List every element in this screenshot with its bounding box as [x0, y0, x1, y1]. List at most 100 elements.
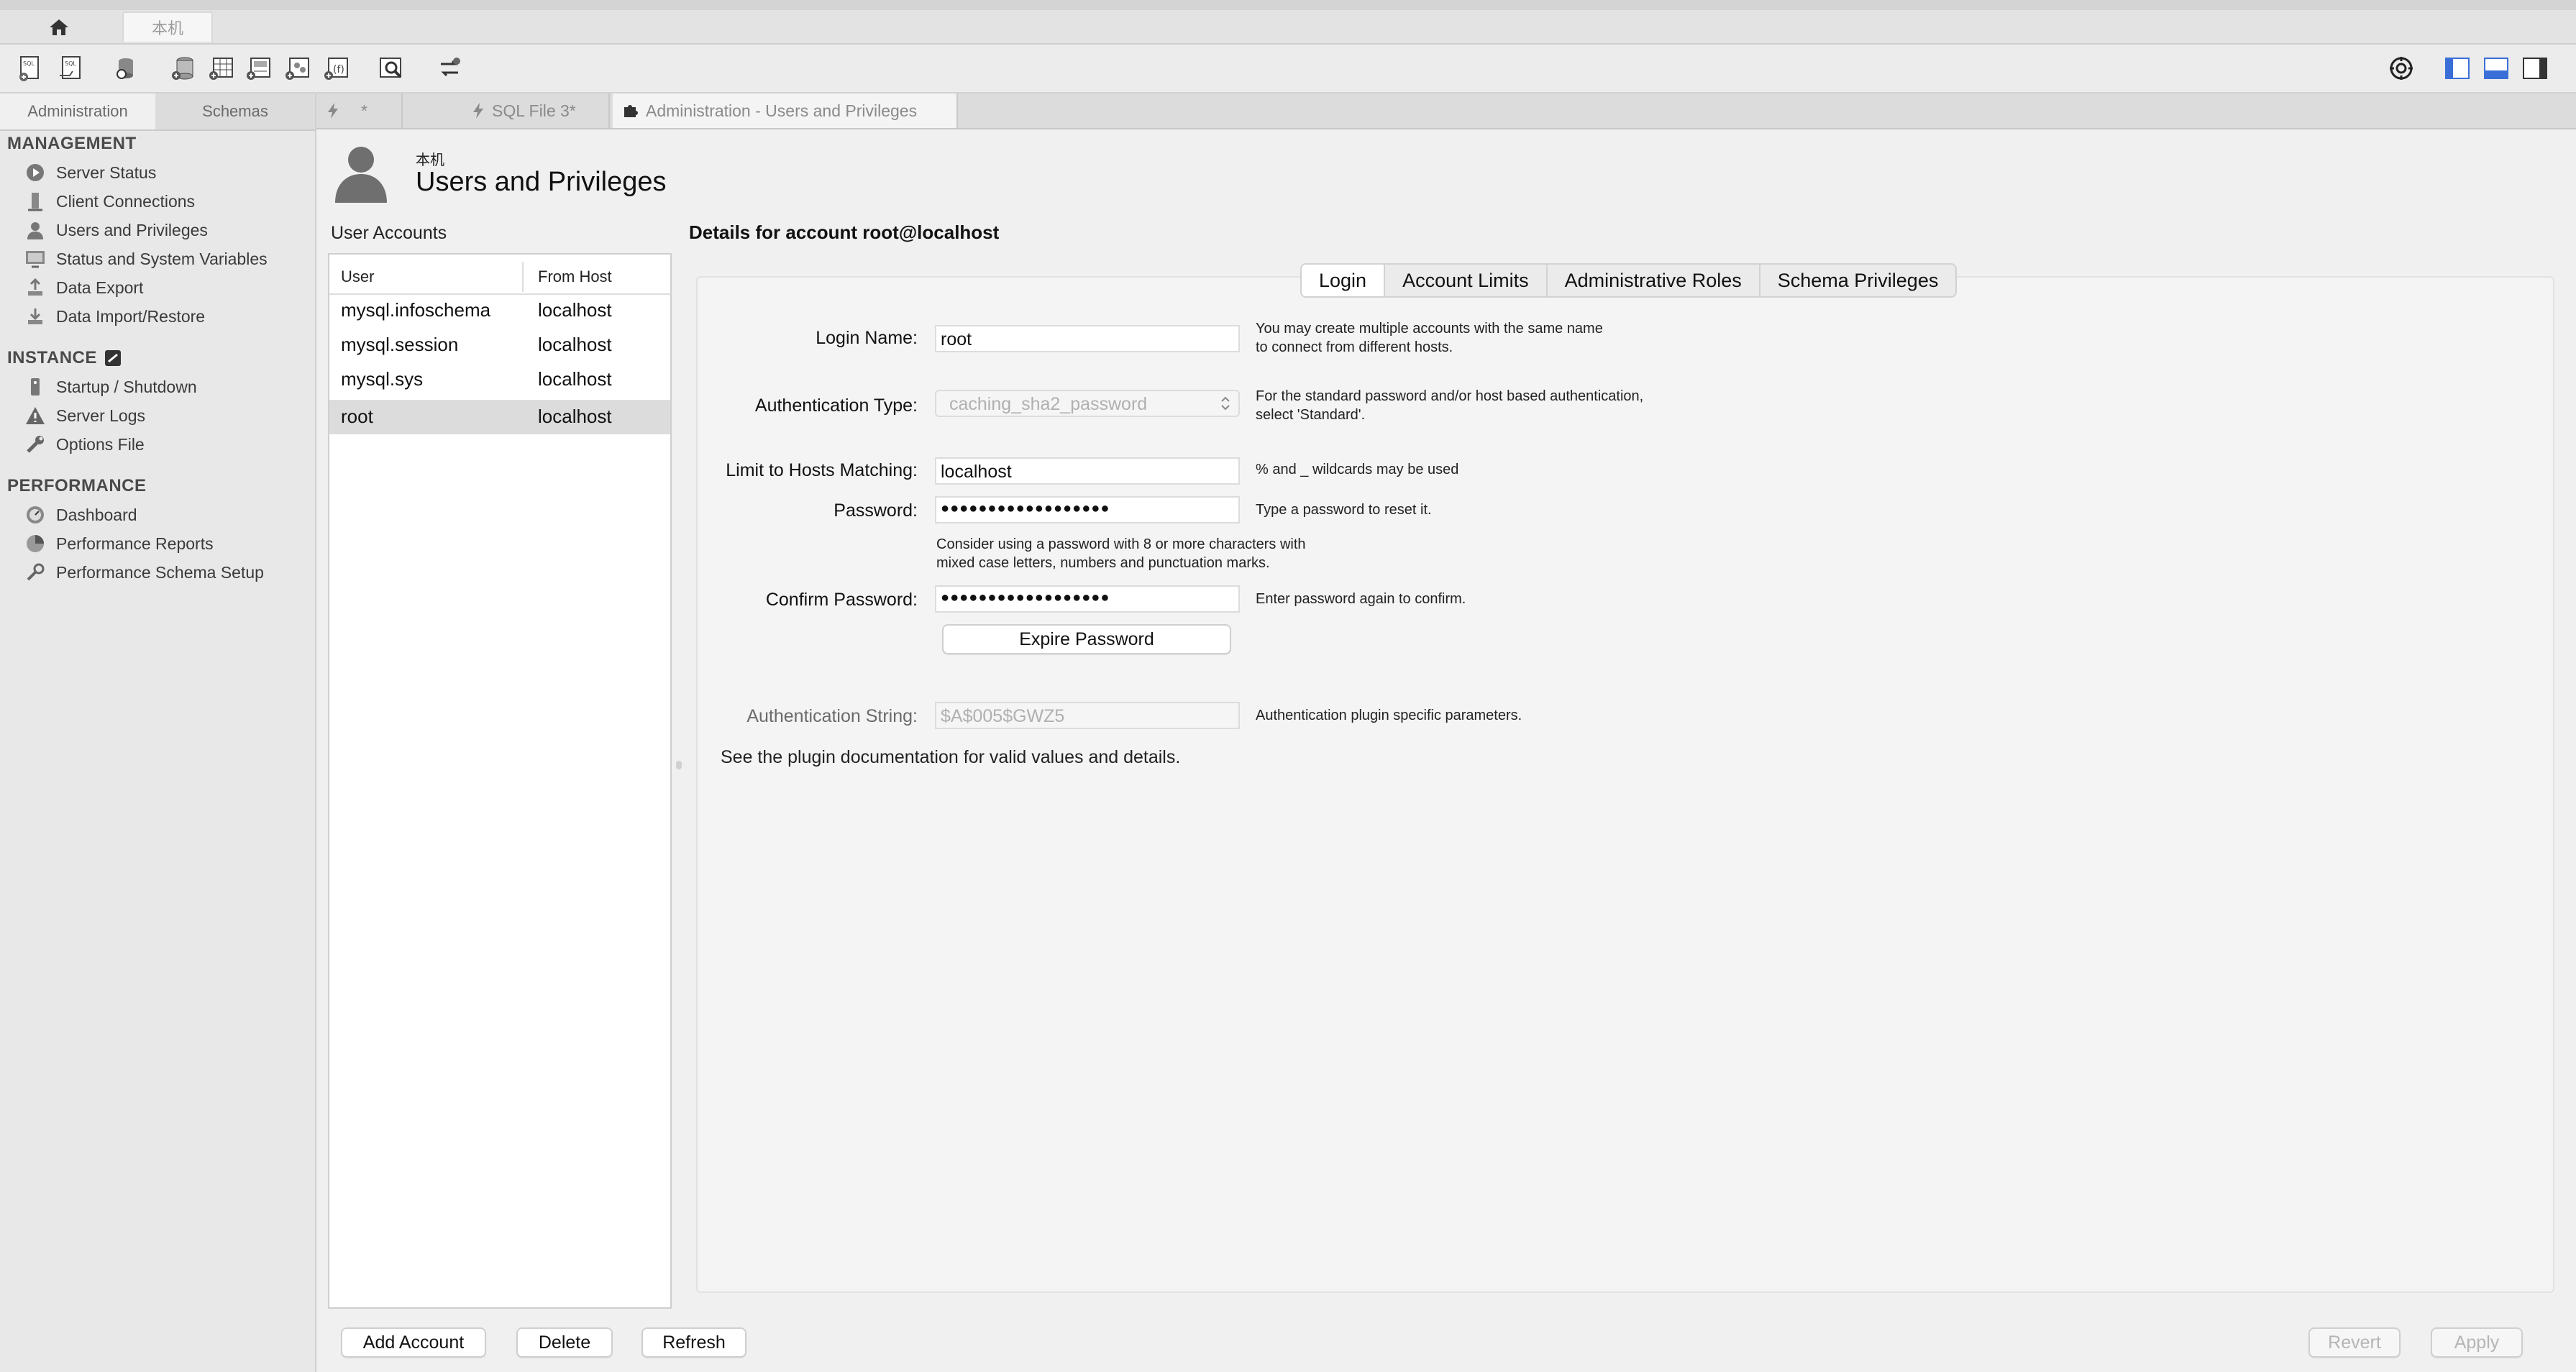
lightning-icon — [472, 102, 485, 119]
open-inspector-button[interactable] — [108, 50, 144, 86]
sidebar-item-label: Server Status — [56, 163, 157, 182]
toggle-secondary-sidebar-button[interactable] — [2517, 50, 2553, 86]
section-performance-title: PERFORMANCE — [7, 476, 147, 495]
sidebar-item-client-connections[interactable]: Client Connections — [24, 188, 195, 214]
play-circle-icon — [24, 162, 46, 183]
hosts-field[interactable]: localhost — [935, 457, 1240, 485]
instance-status-icon — [104, 349, 122, 367]
details-label: Details for account root@localhost — [689, 221, 1000, 243]
toggle-sidebar-icon — [2445, 58, 2470, 79]
import-icon — [24, 306, 46, 327]
auth-type-select[interactable]: caching_sha2_password — [935, 390, 1240, 417]
sidebar-item-performance-reports[interactable]: Performance Reports — [24, 531, 214, 557]
connection-tab[interactable]: 本机 — [122, 12, 213, 42]
editor-tab-sql-file[interactable]: SQL File 3* — [462, 93, 610, 128]
sidebar-item-data-export[interactable]: Data Export — [24, 275, 143, 301]
user-accounts-header — [329, 260, 670, 295]
tab-schema-privileges[interactable]: Schema Privileges — [1760, 265, 1956, 296]
editor-tab-administration[interactable]: Administration - Users and Privileges — [613, 93, 958, 128]
tab-schemas[interactable]: Schemas — [157, 93, 314, 129]
password-field[interactable]: ●●●●●●●●●●●●●●●●●● — [935, 496, 1240, 523]
plugin-note: See the plugin documentation for valid v… — [721, 747, 1181, 767]
sidebar-item-performance-schema-setup[interactable]: Performance Schema Setup — [24, 559, 264, 585]
wrench-icon — [24, 434, 46, 455]
reconnect-button[interactable] — [431, 50, 467, 86]
chevron-updown-icon — [1220, 394, 1231, 413]
auth-string-field[interactable]: $A$005$GWZ5 — [935, 702, 1240, 729]
search-table-data-button[interactable] — [374, 50, 410, 86]
create-procedure-button[interactable] — [279, 50, 315, 86]
warning-icon — [24, 405, 46, 426]
toggle-sidebar-button[interactable] — [2439, 50, 2475, 86]
row-user: root — [341, 406, 373, 427]
settings-button[interactable] — [2383, 50, 2419, 86]
confirm-password-hint: Enter password again to confirm. — [1256, 591, 1466, 607]
user-accounts-label: User Accounts — [331, 223, 447, 243]
table-row[interactable]: mysql.infoschema localhost — [329, 293, 670, 328]
apply-button[interactable]: Apply — [2431, 1327, 2523, 1358]
users-header-avatar — [329, 141, 393, 204]
auth-type-label: Authentication Type: — [754, 395, 918, 416]
tab-administrative-roles[interactable]: Administrative Roles — [1548, 265, 1760, 296]
tab-account-limits[interactable]: Account Limits — [1385, 265, 1548, 296]
editor-tab-label: Administration - Users and Privileges — [646, 101, 918, 120]
sidebar-item-options-file[interactable]: Options File — [24, 431, 145, 457]
puzzle-icon — [623, 103, 639, 119]
tab-administration[interactable]: Administration — [0, 93, 155, 129]
svg-text:SQL: SQL — [23, 60, 35, 67]
sidebar-item-status-variables[interactable]: Status and System Variables — [24, 246, 268, 272]
sidebar-item-dashboard[interactable]: Dashboard — [24, 502, 137, 528]
create-schema-icon — [169, 54, 198, 83]
row-user: mysql.session — [341, 334, 459, 355]
login-name-field[interactable]: root — [935, 325, 1240, 352]
table-row[interactable]: mysql.sys localhost — [329, 362, 670, 397]
sidebar-item-label: Performance Reports — [56, 534, 214, 553]
sidebar-item-server-logs[interactable]: Server Logs — [24, 403, 145, 429]
user-icon — [24, 219, 46, 241]
svg-text:(f): (f) — [333, 64, 344, 76]
refresh-button[interactable]: Refresh — [641, 1327, 746, 1358]
editor-tab-label: * — [361, 101, 367, 120]
create-function-button[interactable]: (f) — [318, 50, 354, 86]
new-sql-tab-button[interactable]: SQL — [13, 50, 49, 86]
add-account-button[interactable]: Add Account — [341, 1327, 486, 1358]
open-inspector-icon — [111, 54, 140, 83]
create-table-icon — [206, 54, 235, 83]
section-management-title: MANAGEMENT — [7, 134, 137, 153]
create-schema-button[interactable] — [165, 50, 201, 86]
create-view-button[interactable] — [240, 50, 276, 86]
splitter-handle[interactable] — [676, 761, 682, 769]
column-header-user[interactable]: User — [341, 267, 374, 286]
revert-button[interactable]: Revert — [2308, 1327, 2401, 1358]
toggle-output-button[interactable] — [2478, 50, 2514, 86]
home-tab[interactable] — [19, 13, 99, 42]
sidebar-item-data-import[interactable]: Data Import/Restore — [24, 303, 205, 329]
sidebar-item-server-status[interactable]: Server Status — [24, 160, 156, 186]
section-performance: PERFORMANCE — [7, 476, 147, 496]
row-host: localhost — [538, 368, 612, 390]
editor-tab-query[interactable]: * — [316, 93, 403, 128]
tab-login[interactable]: Login — [1302, 265, 1386, 296]
confirm-password-field[interactable]: ●●●●●●●●●●●●●●●●●● — [935, 585, 1240, 613]
details-panel — [696, 276, 2554, 1293]
toggle-output-icon — [2484, 58, 2508, 79]
column-header-from-host[interactable]: From Host — [538, 267, 612, 286]
user-silhouette-icon — [329, 141, 393, 204]
auth-type-hint: For the standard password and/or host ba… — [1256, 388, 1644, 423]
password-note: Consider using a password with 8 or more… — [936, 536, 1306, 571]
sidebar-item-startup-shutdown[interactable]: Startup / Shutdown — [24, 374, 197, 400]
login-name-hint: You may create multiple accounts with th… — [1256, 321, 1603, 355]
expire-password-button[interactable]: Expire Password — [942, 624, 1231, 654]
svg-text:SQL: SQL — [65, 60, 76, 67]
create-table-button[interactable] — [203, 50, 239, 86]
auth-string-hint: Authentication plugin specific parameter… — [1256, 708, 1522, 723]
delete-button[interactable]: Delete — [516, 1327, 613, 1358]
section-instance-title: INSTANCE — [7, 348, 97, 367]
details-tabs: Login Account Limits Administrative Role… — [1300, 263, 1958, 298]
open-sql-script-button[interactable]: SQL — [53, 50, 89, 86]
sidebar-item-users-and-privileges[interactable]: Users and Privileges — [24, 217, 208, 243]
settings-gear-icon — [2388, 55, 2414, 81]
create-function-icon: (f) — [321, 54, 350, 83]
export-icon — [24, 277, 46, 298]
password-label: Password: — [833, 500, 918, 521]
